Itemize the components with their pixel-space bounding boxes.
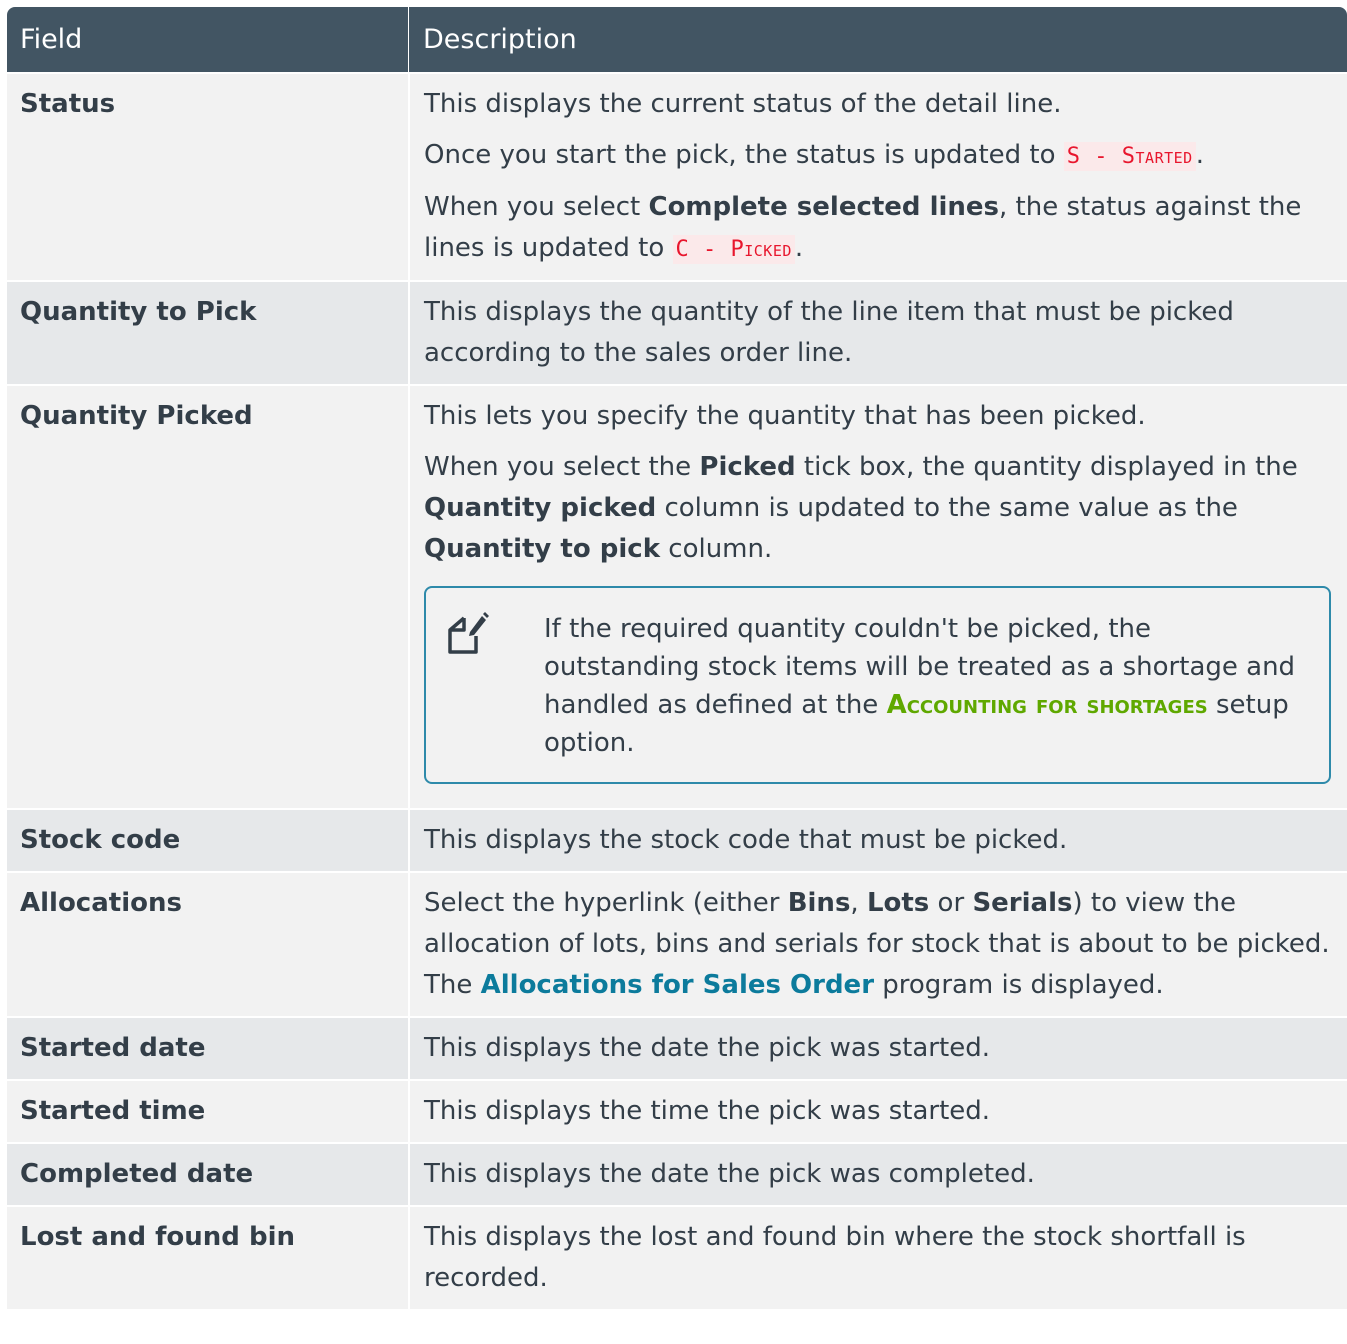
allocations-for-sales-order-link[interactable]: Allocations for Sales Order (481, 970, 874, 1000)
status-code: S - Started (1063, 142, 1196, 171)
status-code: C - Picked (672, 235, 795, 264)
table-row: Lost and found bin This displays the los… (7, 1205, 1347, 1309)
field-name: Status (20, 89, 116, 119)
field-name: Completed date (20, 1159, 254, 1189)
table-row: Quantity to Pick This displays the quant… (7, 280, 1347, 384)
table-row: Completed date This displays the date th… (7, 1142, 1347, 1205)
note-text: If the required quantity couldn't be pic… (544, 614, 1296, 758)
field-description: This displays the date the pick was comp… (408, 1144, 1347, 1205)
field-description: This displays the date the pick was star… (408, 1018, 1347, 1079)
field-description-table: Field Description Status This displays t… (7, 7, 1347, 1309)
table-row: Started time This displays the time the … (7, 1079, 1347, 1142)
field-description: Select the hyperlink (either Bins, Lots … (408, 873, 1347, 1016)
field-description: This displays the time the pick was star… (408, 1081, 1347, 1142)
field-description: This displays the lost and found bin whe… (408, 1207, 1347, 1309)
field-description: This displays the quantity of the line i… (408, 282, 1347, 384)
field-name: Lost and found bin (20, 1222, 295, 1252)
description-paragraph: When you select the Picked tick box, the… (424, 452, 1298, 564)
description-paragraph: This lets you specify the quantity that … (424, 401, 1146, 431)
field-name: Quantity to Pick (20, 297, 257, 327)
table-row: Quantity Picked This lets you specify th… (7, 384, 1347, 808)
description-paragraph: When you select Complete selected lines,… (424, 192, 1302, 264)
table-row: Started date This displays the date the … (7, 1016, 1347, 1079)
accounting-for-shortages-link[interactable]: Accounting for shortages (887, 690, 1208, 720)
field-name: Quantity Picked (20, 401, 253, 431)
table-row: Status This displays the current status … (7, 72, 1347, 280)
edit-note-icon (446, 610, 544, 762)
table-header: Field Description (7, 7, 1347, 72)
field-name: Started date (20, 1033, 206, 1063)
field-name: Started time (20, 1096, 206, 1126)
field-description: This lets you specify the quantity that … (408, 386, 1347, 808)
field-name: Stock code (20, 825, 181, 855)
field-description: This displays the stock code that must b… (408, 810, 1347, 871)
note-callout: If the required quantity couldn't be pic… (424, 586, 1331, 784)
header-description: Description (408, 7, 1347, 72)
description-paragraph: Once you start the pick, the status is u… (424, 140, 1204, 171)
field-description: This displays the current status of the … (408, 74, 1347, 280)
table-row: Allocations Select the hyperlink (either… (7, 871, 1347, 1016)
field-name: Allocations (20, 888, 182, 918)
description-paragraph: This displays the current status of the … (424, 89, 1062, 119)
header-field: Field (20, 24, 83, 55)
table-row: Stock code This displays the stock code … (7, 808, 1347, 871)
